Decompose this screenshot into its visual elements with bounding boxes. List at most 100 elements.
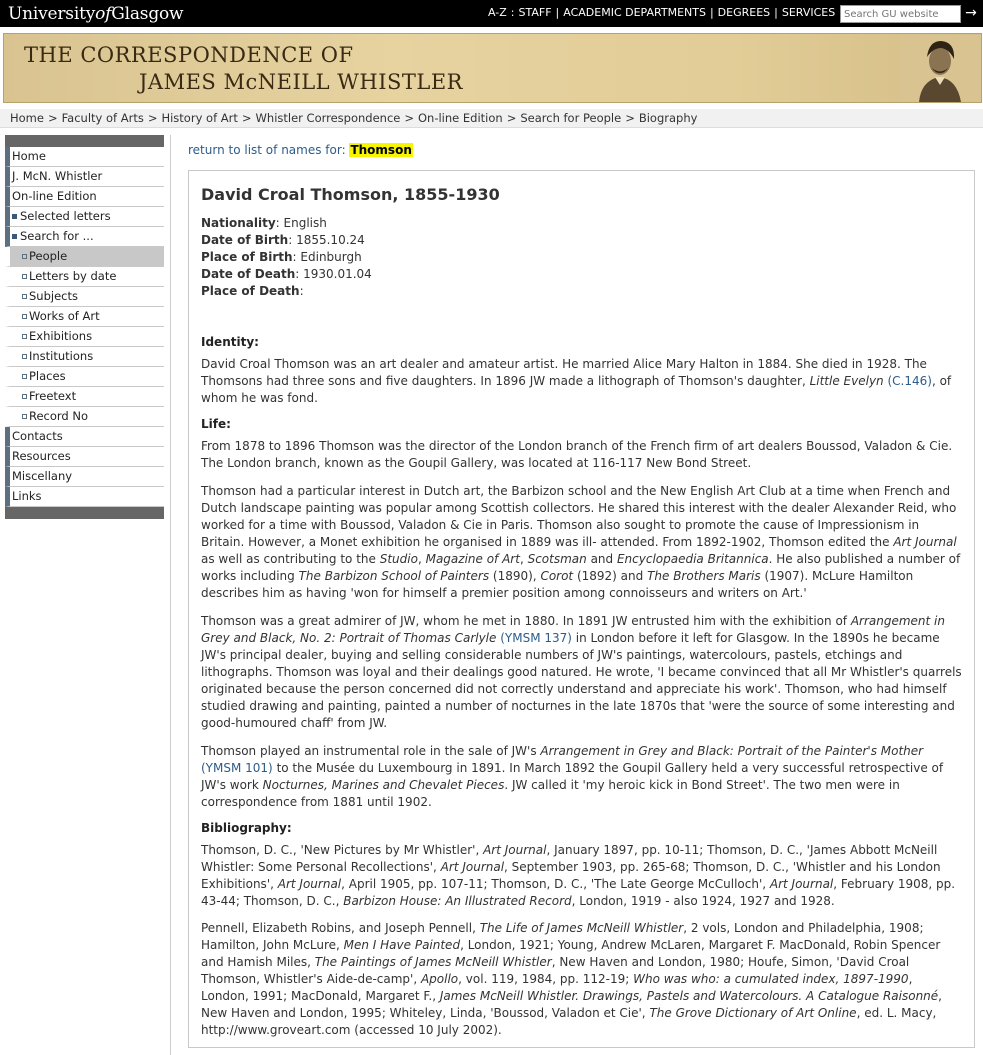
fact-label: Nationality (201, 216, 276, 230)
text-run: (1892) and (573, 569, 648, 583)
fact-row: Place of Birth: Edinburgh (201, 250, 362, 264)
sidebar-item-freetext[interactable]: Freetext (5, 387, 164, 407)
sidebar-top-bar (5, 135, 164, 147)
text-run: , April 1905, pp. 107-11; Thomson, D. C.… (341, 877, 770, 891)
life-section: From 1878 to 1896 Thomson was the direct… (201, 438, 963, 811)
sidebar-item-contacts[interactable]: Contacts (5, 427, 164, 447)
italic-title: Nocturnes, Marines and Chevalet Pieces (262, 778, 505, 792)
fact-row: Date of Birth: 1855.10.24 (201, 233, 365, 247)
sidebar-item-selected-letters[interactable]: Selected letters (5, 207, 164, 227)
top-link-services[interactable]: SERVICES (782, 6, 835, 19)
whistler-portrait-image (899, 35, 981, 102)
sidebar-item-on-line-edition[interactable]: On-line Edition (5, 187, 164, 207)
sidebar-item-resources[interactable]: Resources (5, 447, 164, 467)
catalogue-ref-link[interactable]: (YMSM 101) (201, 761, 273, 775)
text-run: , (519, 552, 528, 566)
sidebar-item-record-no[interactable]: Record No (5, 407, 164, 427)
sidebar-item-places[interactable]: Places (5, 367, 164, 387)
sidebar-item-miscellany[interactable]: Miscellany (5, 467, 164, 487)
life-heading: Life: (201, 417, 231, 431)
text-run: as well as contributing to the (201, 552, 380, 566)
sidebar-item-label: Links (12, 489, 42, 503)
sidebar-item-label: Subjects (29, 289, 78, 303)
top-link-a-z[interactable]: A-Z (488, 6, 507, 19)
text-run: , London, 1919 - also 1924, 1927 and 192… (571, 894, 835, 908)
biography-title: David Croal Thomson, 1855-1930 (201, 185, 500, 204)
breadcrumb-home[interactable]: Home (10, 111, 44, 125)
text-run: , (417, 552, 426, 566)
top-link-sep: | (709, 6, 714, 19)
bullet-icon (22, 353, 27, 359)
bullet-icon (22, 413, 27, 419)
breadcrumb-separator: > (625, 111, 635, 125)
sidebar-item-label: Places (29, 369, 66, 383)
sidebar-item-label: Exhibitions (29, 329, 93, 343)
top-link-degrees[interactable]: DEGREES (718, 6, 770, 19)
breadcrumb-search-for-people[interactable]: Search for People (520, 111, 621, 125)
italic-title: Art Journal (769, 877, 834, 891)
text-run: and (586, 552, 617, 566)
italic-title: Apollo (420, 972, 459, 986)
fact-label: Date of Death (201, 267, 296, 281)
italic-title: Encyclopaedia Britannica (616, 552, 769, 566)
bullet-icon (22, 293, 27, 299)
catalogue-ref-link[interactable]: (C.146) (887, 374, 931, 388)
fact-row: Place of Death: (201, 284, 304, 298)
breadcrumb-online-edition[interactable]: On-line Edition (418, 111, 503, 125)
sidebar-nav: Home J. McN. Whistler On-line Edition Selec… (5, 135, 164, 519)
fact-label: Date of Birth (201, 233, 289, 247)
biography-facts: Nationality: English Date of Birth: 1855.… (201, 215, 963, 300)
return-link-text[interactable]: return to list of names for: (188, 143, 346, 157)
italic-title: Scotsman (527, 552, 587, 566)
text-run: Thomson had a particular interest in Dut… (201, 484, 957, 549)
sidebar-item-people[interactable]: People (5, 247, 164, 267)
fact-value: 1930.01.04 (303, 267, 372, 281)
breadcrumb-whistler-correspondence[interactable]: Whistler Correspondence (256, 111, 401, 125)
fact-row: Nationality: English (201, 216, 327, 230)
breadcrumb-faculty-of-arts[interactable]: Faculty of Arts (62, 111, 144, 125)
top-link-staff[interactable]: STAFF (519, 6, 552, 19)
italic-title: Little Evelyn (809, 374, 884, 388)
sidebar-item-letters-by-date[interactable]: Letters by date (5, 267, 164, 287)
sidebar-item-label: Selected letters (20, 209, 111, 223)
sidebar-item-links[interactable]: Links (5, 487, 164, 507)
breadcrumb-history-of-art[interactable]: History of Art (161, 111, 237, 125)
life-paragraph: Thomson was a great admirer of JW, whom … (201, 613, 963, 732)
sidebar-item-label: Contacts (12, 429, 63, 443)
bullet-icon (22, 393, 27, 399)
breadcrumb-separator: > (47, 111, 58, 125)
italic-title: Barbizon House: An Illustrated Record (343, 894, 572, 908)
logo-text-pre: University (8, 4, 96, 24)
italic-title: Art Journal (440, 860, 505, 874)
sidebar-item-label: People (29, 249, 68, 263)
logo-text-post: Glasgow (111, 4, 184, 24)
search-go-icon[interactable]: → (962, 5, 980, 23)
sidebar-item-subjects[interactable]: Subjects (5, 287, 164, 307)
top-link-academic-departments[interactable]: ACADEMIC DEPARTMENTS (563, 6, 706, 19)
sidebar-item-label: J. McN. Whistler (12, 169, 103, 183)
top-link-sep: | (774, 6, 778, 19)
sidebar-item-exhibitions[interactable]: Exhibitions (5, 327, 164, 347)
bullet-icon (12, 233, 17, 239)
sidebar-item-search-for[interactable]: Search for ... (5, 227, 164, 247)
bullet-icon (22, 273, 27, 279)
catalogue-ref-link[interactable]: (YMSM 137) (500, 631, 572, 645)
bullet-icon (22, 253, 27, 259)
sidebar-item-institutions[interactable]: Institutions (5, 347, 164, 367)
bullet-icon (22, 373, 27, 379)
breadcrumb-separator: > (147, 111, 158, 125)
search-input[interactable] (840, 5, 961, 23)
university-logo[interactable]: UniversityofGlasgow (8, 4, 184, 24)
breadcrumb-separator: > (506, 111, 517, 125)
sidebar-divider (170, 135, 171, 1055)
sidebar-item-j-mcn-whistler[interactable]: J. McN. Whistler (5, 167, 164, 187)
sidebar-item-label: Freetext (29, 389, 77, 403)
sidebar-item-works-of-art[interactable]: Works of Art (5, 307, 164, 327)
sidebar-item-home[interactable]: Home (5, 147, 164, 167)
life-paragraph: Thomson had a particular interest in Dut… (201, 483, 963, 602)
banner-title-line2: JAMES McNEILL WHISTLER (139, 70, 463, 94)
return-link-name[interactable]: Thomson (349, 143, 413, 157)
italic-title: Art Journal (483, 843, 547, 857)
text-run: , vol. 119, 1984, pp. 112-19; (458, 972, 634, 986)
return-link[interactable]: return to list of names for: Thomson (188, 143, 413, 157)
